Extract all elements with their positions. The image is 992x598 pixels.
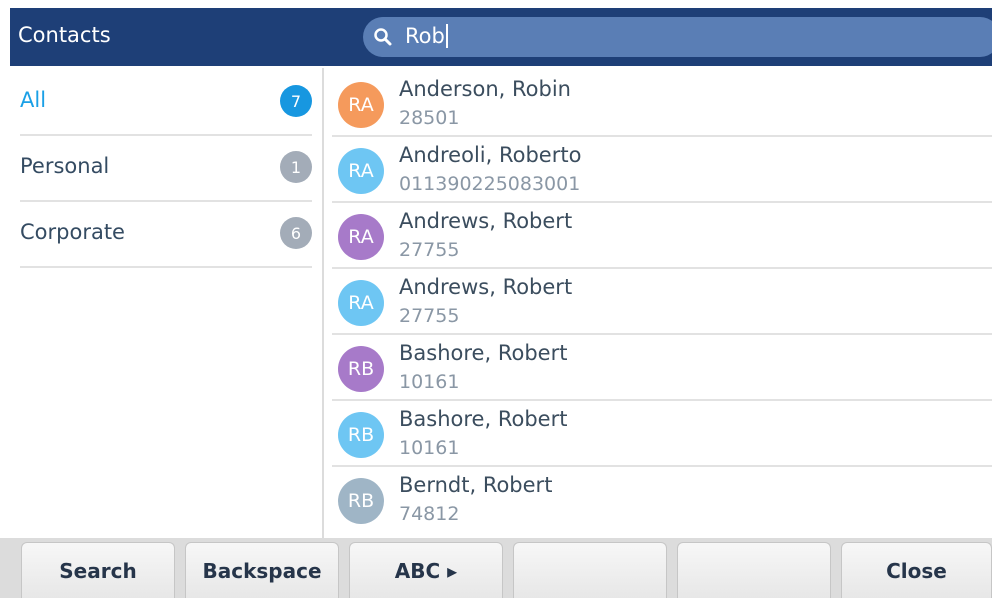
softkey-bar: Search Backspace ABC ▸ Close: [0, 538, 992, 598]
contact-name: Bashore, Robert: [399, 341, 568, 365]
contact-number: 10161: [399, 371, 460, 393]
avatar: RA: [338, 214, 384, 260]
avatar: RA: [338, 280, 384, 326]
contact-name: Berndt, Robert: [399, 473, 553, 497]
contact-name: Andrews, Robert: [399, 275, 573, 299]
contact-row[interactable]: RA Anderson, Robin 28501: [332, 70, 992, 137]
panel-divider: [322, 68, 324, 538]
contact-name: Andrews, Robert: [399, 209, 573, 233]
header-bar: Contacts Rob: [10, 8, 992, 66]
contact-number: 27755: [399, 305, 460, 327]
contact-row[interactable]: RA Andreoli, Roberto 011390225083001: [332, 136, 992, 203]
category-corporate[interactable]: Corporate 6: [20, 202, 312, 268]
contact-row[interactable]: RB Berndt, Robert 74812: [332, 466, 992, 531]
text-caret: [445, 24, 448, 48]
contact-name: Andreoli, Roberto: [399, 143, 582, 167]
contact-number: 74812: [399, 503, 460, 525]
avatar: RB: [338, 478, 384, 524]
avatar: RA: [338, 148, 384, 194]
contact-row[interactable]: RB Bashore, Robert 10161: [332, 400, 992, 467]
abc-mode-softkey[interactable]: ABC ▸: [349, 542, 503, 598]
count-badge: 1: [280, 151, 312, 183]
search-icon: [374, 28, 392, 46]
avatar: RB: [338, 346, 384, 392]
avatar: RA: [338, 82, 384, 128]
category-all[interactable]: All 7: [20, 70, 312, 136]
count-badge: 7: [280, 85, 312, 117]
contact-number: 10161: [399, 437, 460, 459]
close-softkey[interactable]: Close: [841, 542, 992, 598]
contact-number: 011390225083001: [399, 173, 581, 195]
empty-softkey-5[interactable]: [677, 542, 831, 598]
contact-number: 27755: [399, 239, 460, 261]
avatar: RB: [338, 412, 384, 458]
contact-row[interactable]: RA Andrews, Robert 27755: [332, 202, 992, 269]
search-value: Rob: [405, 24, 445, 48]
category-label: Corporate: [20, 220, 125, 244]
backspace-softkey[interactable]: Backspace: [185, 542, 339, 598]
category-label: All: [20, 88, 47, 112]
category-sidebar: All 7 Personal 1 Corporate 6: [10, 70, 322, 536]
search-input[interactable]: Rob: [363, 17, 992, 57]
contact-row[interactable]: RA Andrews, Robert 27755: [332, 268, 992, 335]
category-personal[interactable]: Personal 1: [20, 136, 312, 202]
search-query-text: Rob: [405, 24, 448, 48]
contact-list[interactable]: RA Anderson, Robin 28501 RA Andreoli, Ro…: [326, 70, 992, 536]
count-badge: 6: [280, 217, 312, 249]
search-softkey[interactable]: Search: [21, 542, 175, 598]
contact-name: Anderson, Robin: [399, 77, 571, 101]
empty-softkey-4[interactable]: [513, 542, 667, 598]
contact-number: 28501: [399, 107, 460, 129]
category-label: Personal: [20, 154, 110, 178]
contact-row[interactable]: RB Bashore, Robert 10161: [332, 334, 992, 401]
page-title: Contacts: [18, 23, 111, 47]
contact-name: Bashore, Robert: [399, 407, 568, 431]
